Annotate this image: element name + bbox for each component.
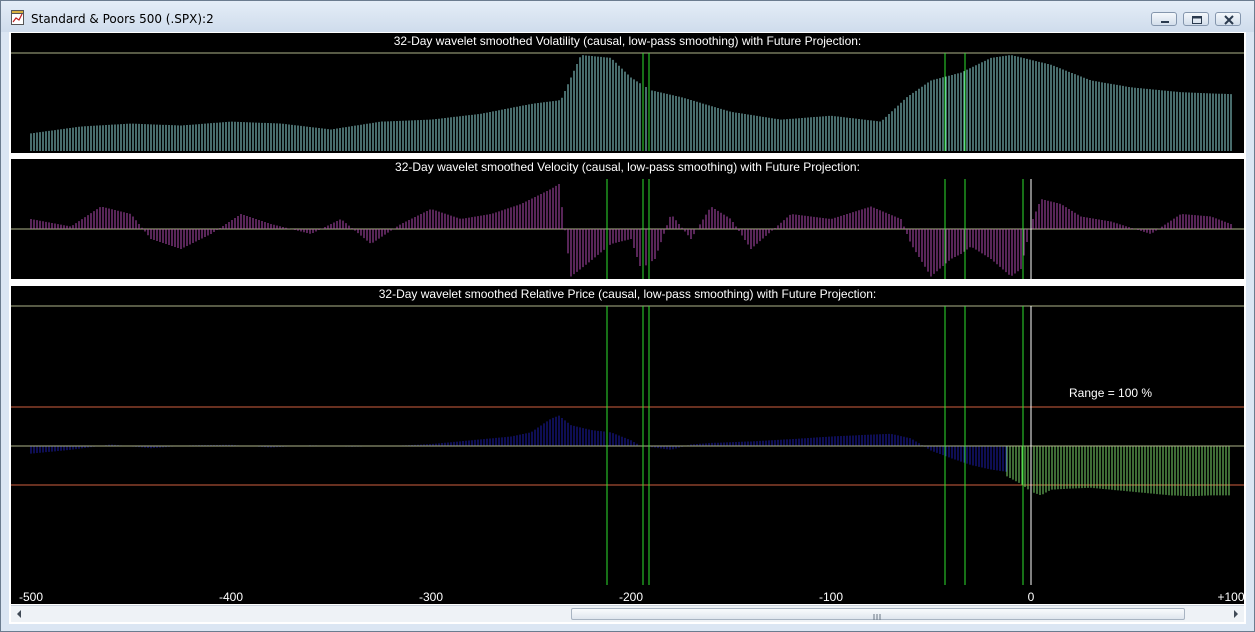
velocity-panel-title: 32-Day wavelet smoothed Velocity (causal… <box>395 160 860 174</box>
maximize-icon <box>1192 16 1202 24</box>
price-chart <box>11 305 1244 585</box>
x-tick-label: -100 <box>818 590 844 604</box>
app-window: Standard & Poors 500 (.SPX):2 32-Day wav… <box>0 0 1255 632</box>
volatility-panel: 32-Day wavelet smoothed Volatility (caus… <box>11 33 1244 153</box>
chart-area: 32-Day wavelet smoothed Volatility (caus… <box>9 32 1246 624</box>
x-tick-label: -400 <box>218 590 244 604</box>
maximize-button[interactable] <box>1183 12 1209 26</box>
x-tick-label: -300 <box>418 590 444 604</box>
scroll-right-icon <box>1234 610 1238 618</box>
scroll-left-icon <box>17 610 21 618</box>
title-bar[interactable]: Standard & Poors 500 (.SPX):2 <box>1 1 1254 32</box>
velocity-panel: 32-Day wavelet smoothed Velocity (causal… <box>11 159 1244 279</box>
x-tick-label: +100 <box>1217 590 1245 604</box>
window-title: Standard & Poors 500 (.SPX):2 <box>31 12 214 26</box>
close-icon <box>1224 15 1234 25</box>
x-tick-label: -500 <box>18 590 44 604</box>
minimize-button[interactable] <box>1151 12 1177 26</box>
x-tick-label: 0 <box>1027 590 1035 604</box>
horizontal-scrollbar[interactable] <box>11 605 1244 622</box>
price-panel: 32-Day wavelet smoothed Relative Price (… <box>11 286 1244 585</box>
price-panel-title: 32-Day wavelet smoothed Relative Price (… <box>378 287 877 301</box>
volatility-panel-title: 32-Day wavelet smoothed Volatility (caus… <box>393 34 862 48</box>
x-axis: -500 -400 -300 -200 -100 0 +100 <box>11 585 1245 604</box>
scroll-left-button[interactable] <box>11 606 28 622</box>
scroll-right-button[interactable] <box>1227 606 1244 622</box>
grip-icon <box>873 614 881 620</box>
x-tick-label: -200 <box>618 590 644 604</box>
volatility-chart <box>11 52 1244 151</box>
chart-document-icon <box>11 10 25 25</box>
minimize-icon <box>1161 21 1169 23</box>
range-label: Range = 100 % <box>1069 386 1153 400</box>
close-button[interactable] <box>1215 12 1241 26</box>
scroll-thumb[interactable] <box>571 608 1185 620</box>
velocity-chart <box>11 179 1244 279</box>
